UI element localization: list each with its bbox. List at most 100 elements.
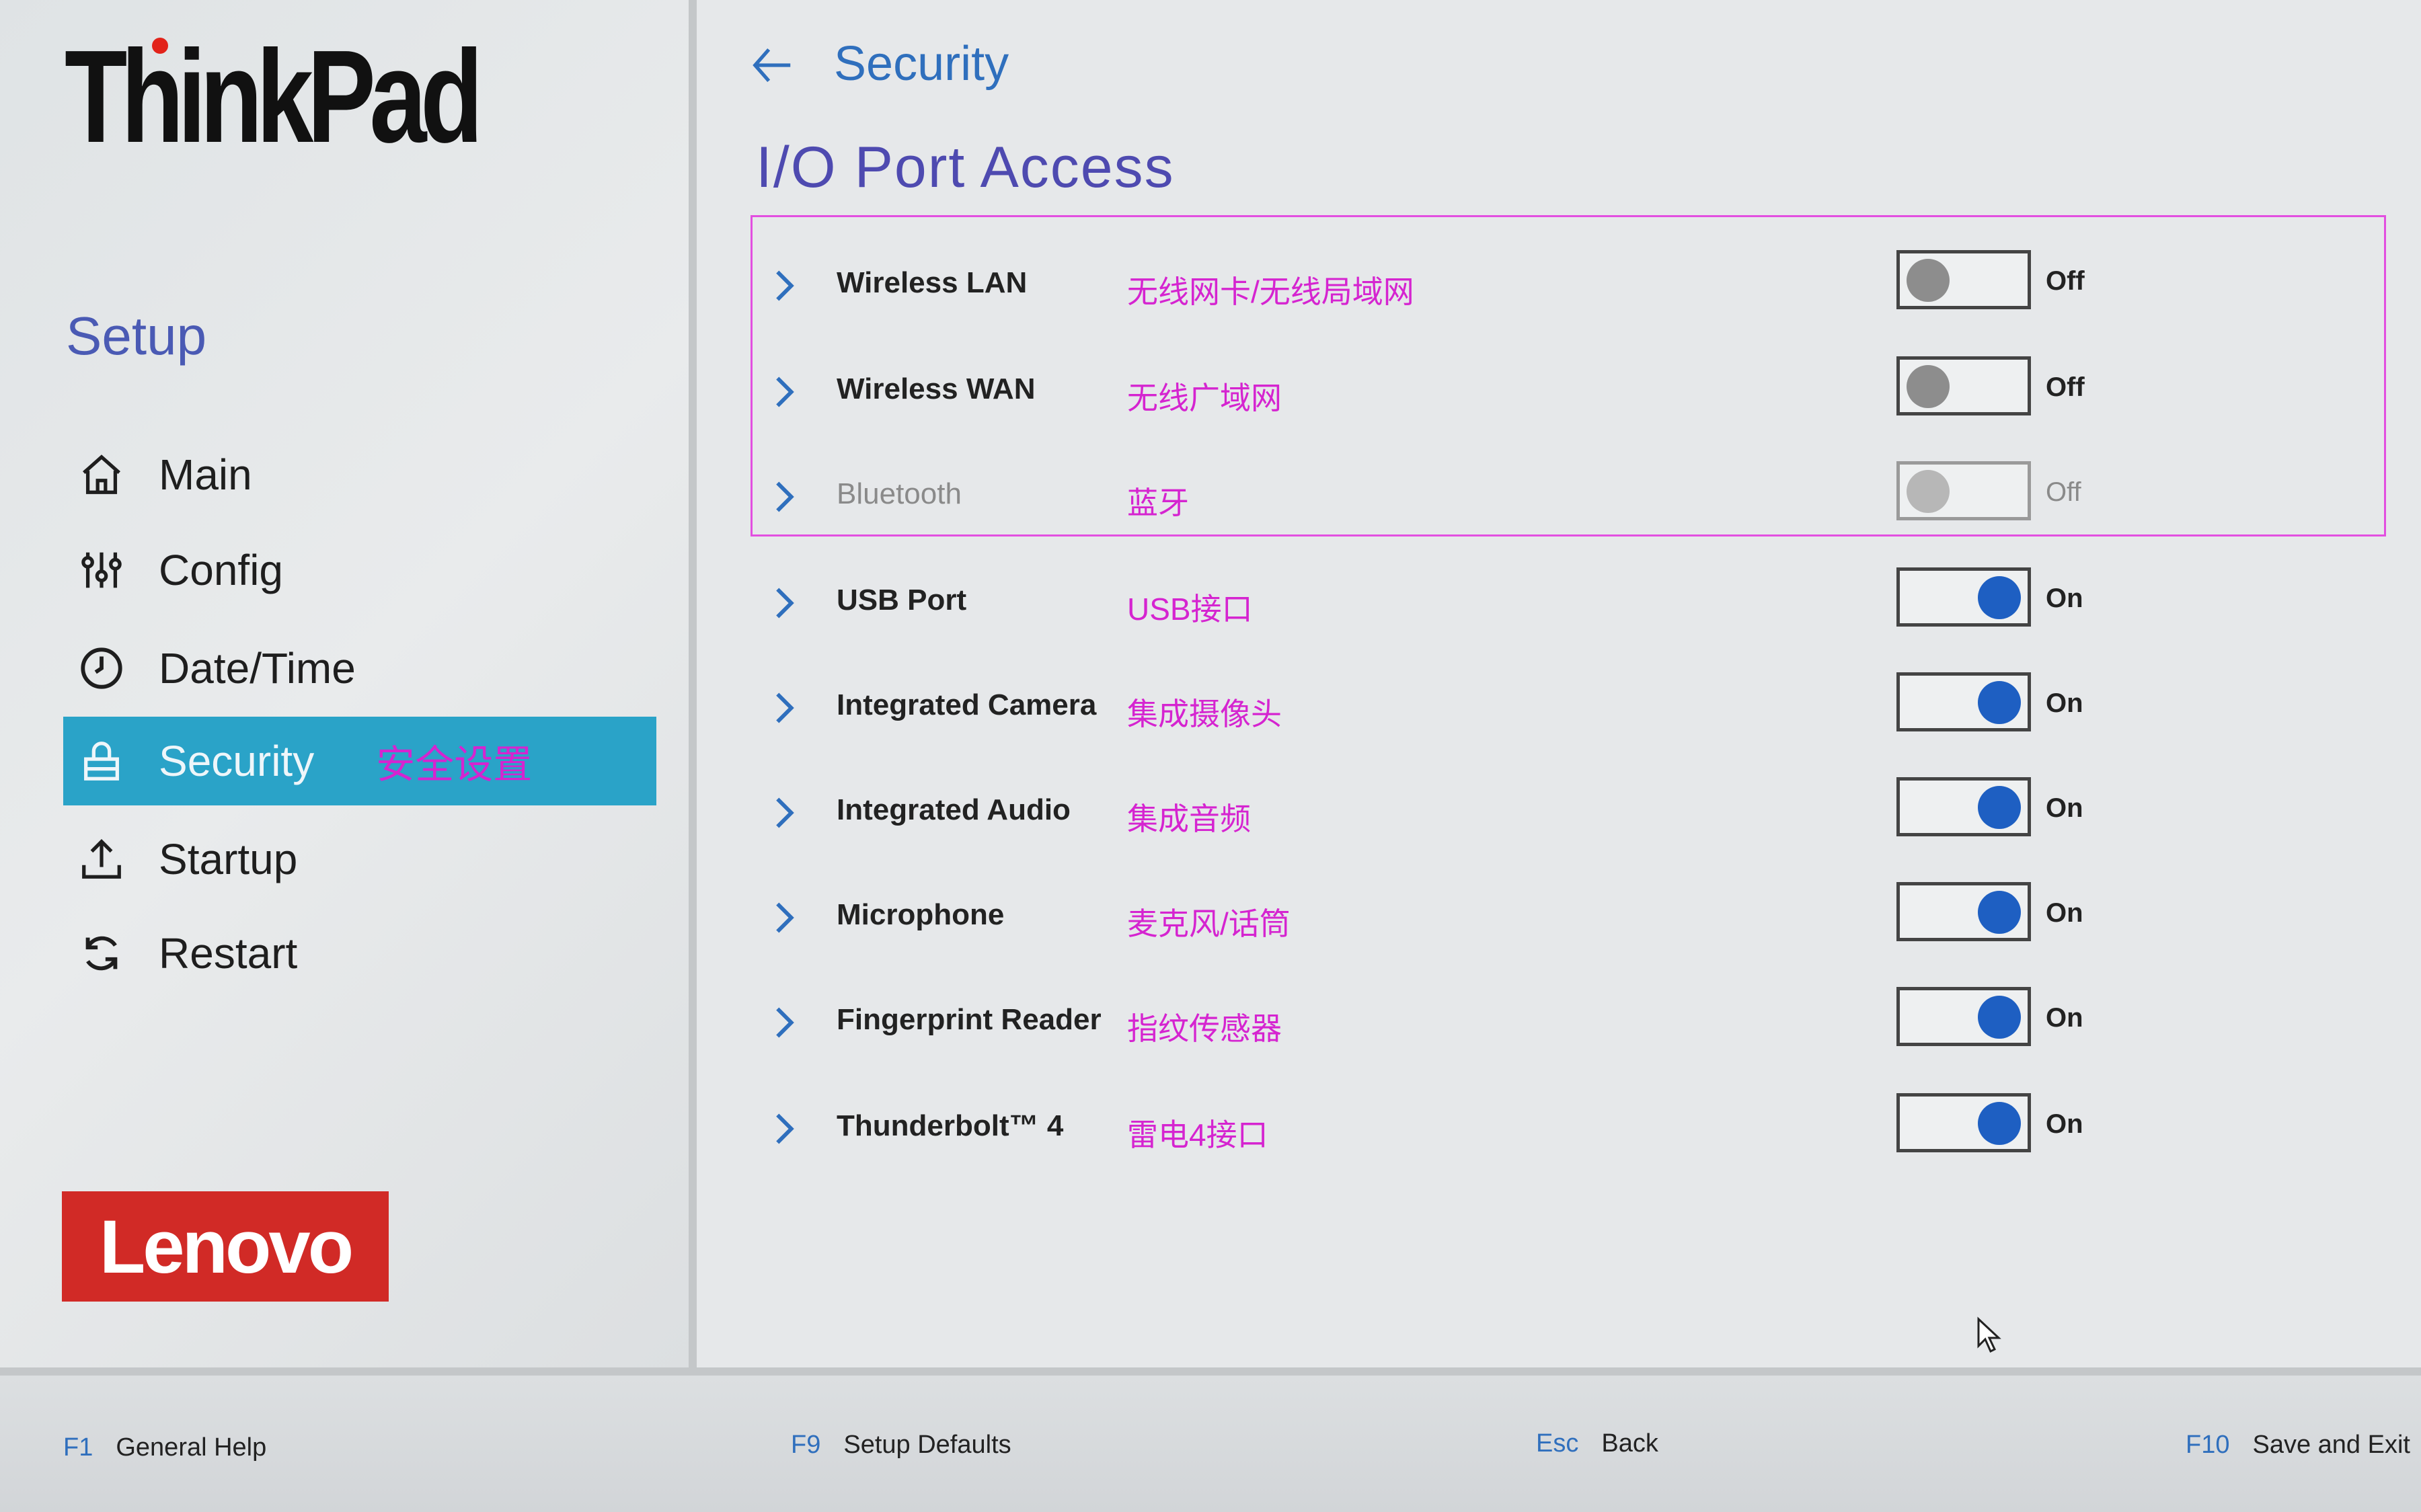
- chevron-right-icon[interactable]: [760, 1105, 807, 1152]
- port-state: On: [2046, 1109, 2083, 1139]
- thunderbolt-toggle[interactable]: [1896, 1093, 2031, 1152]
- restart-icon: [71, 923, 132, 984]
- key-description: General Help: [116, 1433, 267, 1462]
- toggle-knob: [1978, 996, 2021, 1039]
- port-name: Wireless WAN: [837, 372, 1036, 405]
- bluetooth-toggle[interactable]: [1896, 461, 2031, 520]
- sidebar-item-config[interactable]: Config: [63, 526, 656, 614]
- lenovo-logo: Lenovo: [62, 1191, 389, 1302]
- port-annotation: 集成摄像头: [1127, 697, 1282, 731]
- port-row-microphone[interactable]: Microphone 麦克风/话筒 On: [760, 874, 2239, 961]
- port-annotation: 雷电4接口: [1127, 1117, 1268, 1152]
- chevron-right-icon[interactable]: [760, 473, 807, 520]
- home-icon: [71, 444, 132, 505]
- fingerprint-reader-toggle[interactable]: [1896, 987, 2031, 1046]
- key-label: F9: [791, 1431, 821, 1459]
- setup-defaults-hint[interactable]: F9 Setup Defaults: [791, 1431, 1011, 1460]
- security-annotation: 安全设置: [376, 743, 533, 787]
- sidebar-item-main[interactable]: Main: [63, 430, 656, 519]
- port-state: On: [2046, 688, 2083, 718]
- integrated-audio-toggle[interactable]: [1896, 777, 2031, 836]
- usb-port-toggle[interactable]: [1896, 567, 2031, 627]
- port-state: Off: [2046, 372, 2085, 402]
- chevron-right-icon[interactable]: [760, 368, 807, 415]
- sidebar-item-security[interactable]: Security 安全设置: [63, 717, 656, 805]
- setup-title: Setup: [66, 306, 207, 366]
- port-row-usb-port[interactable]: USB Port USB接口 On: [760, 559, 2239, 647]
- integrated-camera-toggle[interactable]: [1896, 672, 2031, 731]
- port-annotation: 蓝牙: [1127, 485, 1189, 520]
- sidebar-item-label: Restart: [159, 929, 298, 978]
- port-annotation: 无线网卡/无线局域网: [1127, 274, 1414, 309]
- toggle-knob: [1978, 1102, 2021, 1145]
- sidebar-item-label: Startup: [159, 835, 298, 883]
- port-annotation: 麦克风/话筒: [1127, 906, 1291, 941]
- thinkpad-logo: ThinkPad: [65, 23, 484, 170]
- toggle-knob: [1907, 365, 1950, 408]
- port-state: On: [2046, 584, 2083, 613]
- chevron-right-icon[interactable]: [760, 684, 807, 731]
- sidebar-item-label: Config: [159, 546, 283, 594]
- sidebar: ThinkPad Setup Main Config Date/Time Sec…: [0, 0, 689, 1367]
- sidebar-item-label: Date/Time: [159, 644, 356, 692]
- back-arrow-icon[interactable]: [749, 42, 796, 89]
- toggle-knob: [1978, 681, 2021, 724]
- microphone-toggle[interactable]: [1896, 882, 2031, 941]
- wireless-lan-toggle[interactable]: [1896, 250, 2031, 309]
- breadcrumb[interactable]: Security: [834, 36, 1009, 91]
- port-state: Off: [2046, 266, 2085, 296]
- thinkpad-logo-dot: [152, 38, 168, 54]
- toggle-knob: [1978, 891, 2021, 934]
- port-annotation: 指纹传感器: [1127, 1011, 1282, 1046]
- mouse-cursor-icon: [1976, 1316, 2003, 1354]
- port-name: Integrated Audio: [837, 793, 1071, 826]
- port-row-integrated-camera[interactable]: Integrated Camera 集成摄像头 On: [760, 664, 2239, 752]
- back-hint[interactable]: Esc Back: [1536, 1429, 1658, 1458]
- sidebar-item-label: Main: [159, 450, 252, 499]
- port-state: Off: [2046, 477, 2081, 507]
- port-name: Thunderbolt™ 4: [837, 1109, 1064, 1142]
- port-row-integrated-audio[interactable]: Integrated Audio 集成音频 On: [760, 769, 2239, 857]
- save-exit-hint[interactable]: F10 Save and Exit: [2186, 1431, 2410, 1460]
- sidebar-divider: [689, 0, 697, 1376]
- key-description: Setup Defaults: [843, 1431, 1011, 1459]
- lock-icon: [71, 731, 132, 791]
- port-row-wireless-lan[interactable]: Wireless LAN 无线网卡/无线局域网 Off: [760, 242, 2239, 329]
- toggle-knob: [1907, 470, 1950, 513]
- toggle-knob: [1978, 576, 2021, 619]
- toggle-knob: [1907, 259, 1950, 302]
- chevron-right-icon[interactable]: [760, 262, 807, 309]
- page-title: I/O Port Access: [756, 135, 1175, 200]
- wireless-wan-toggle[interactable]: [1896, 356, 2031, 415]
- toggle-knob: [1978, 786, 2021, 829]
- chevron-right-icon[interactable]: [760, 580, 807, 627]
- key-label: F1: [63, 1433, 93, 1462]
- port-row-fingerprint-reader[interactable]: Fingerprint Reader 指纹传感器 On: [760, 979, 2239, 1066]
- port-row-bluetooth[interactable]: Bluetooth 蓝牙 Off: [760, 453, 2239, 541]
- sidebar-item-datetime[interactable]: Date/Time: [63, 624, 656, 713]
- port-row-wireless-wan[interactable]: Wireless WAN 无线广域网 Off: [760, 348, 2239, 436]
- bottom-bar-divider: [0, 1367, 2421, 1376]
- port-name: Bluetooth: [837, 477, 962, 510]
- port-name: Wireless LAN: [837, 266, 1028, 299]
- port-row-thunderbolt[interactable]: Thunderbolt™ 4 雷电4接口 On: [760, 1085, 2239, 1172]
- sidebar-item-label: Security: [159, 737, 315, 785]
- port-state: On: [2046, 898, 2083, 928]
- port-name: Integrated Camera: [837, 688, 1097, 721]
- port-annotation: 集成音频: [1127, 801, 1251, 836]
- key-description: Back: [1601, 1429, 1658, 1458]
- port-annotation: 无线广域网: [1127, 381, 1282, 415]
- port-name: Fingerprint Reader: [837, 1003, 1102, 1036]
- function-key-bar: [0, 1376, 2421, 1512]
- port-name: Microphone: [837, 898, 1005, 931]
- sliders-icon: [71, 540, 132, 600]
- chevron-right-icon[interactable]: [760, 894, 807, 941]
- sidebar-item-restart[interactable]: Restart: [63, 909, 656, 998]
- key-label: Esc: [1536, 1429, 1579, 1458]
- clock-icon: [71, 638, 132, 699]
- chevron-right-icon[interactable]: [760, 789, 807, 836]
- help-hint[interactable]: F1 General Help: [63, 1433, 266, 1462]
- port-state: On: [2046, 793, 2083, 823]
- chevron-right-icon[interactable]: [760, 999, 807, 1046]
- sidebar-item-startup[interactable]: Startup: [63, 815, 656, 904]
